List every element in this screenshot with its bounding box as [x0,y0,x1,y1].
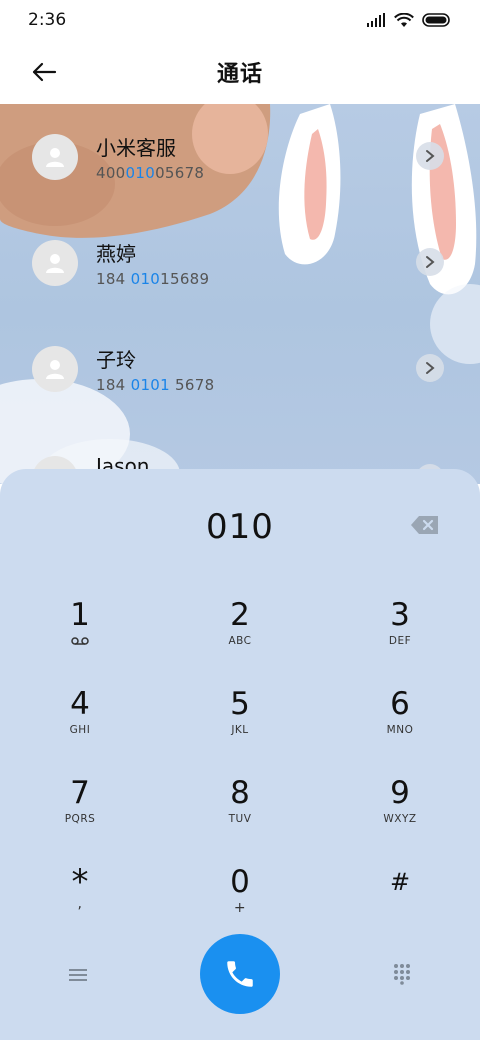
contact-name: 小米客服 [96,136,176,160]
contact-number: 184 01015689 [96,270,210,288]
person-icon [46,360,64,379]
contact-row[interactable]: 子玲 184 0101 5678 [0,316,480,416]
contact-name: 燕婷 [96,242,136,266]
key-8[interactable]: 8 TUV [180,767,300,847]
key-7[interactable]: 7 PQRS [20,767,140,847]
contact-row[interactable]: 小米客服 40001005678 [0,104,480,204]
contact-results: 小米客服 40001005678 燕婷 184 01015689 子玲 184 … [0,104,480,484]
person-icon [46,148,64,167]
menu-icon [69,969,87,981]
status-bar: 2:36 [0,0,480,40]
arrow-left-icon [32,62,57,82]
key-hash[interactable]: # [340,856,460,936]
battery-icon [422,13,450,27]
voicemail-icon [71,637,89,645]
key-4[interactable]: 4 GHI [20,678,140,758]
backspace-button[interactable] [410,515,444,539]
dialpad: 010 1 2 ABC 3 DEF 4 GHI 5 JKL 6 MNO 7 PQ… [0,469,480,1040]
chevron-right-icon [426,362,435,374]
contact-row[interactable]: 燕婷 184 01015689 [0,210,480,310]
contact-details-button[interactable] [416,354,444,382]
page-title: 通话 [216,62,263,87]
avatar [32,346,78,392]
avatar [32,134,78,180]
status-icons [366,12,452,28]
dialpad-toggle-button[interactable] [384,958,420,990]
contact-details-button[interactable] [416,142,444,170]
contact-name: 子玲 [96,348,136,372]
chevron-right-icon [426,150,435,162]
avatar [32,240,78,286]
dialpad-icon [394,964,410,985]
phone-icon [227,961,253,987]
key-0[interactable]: 0 + [180,856,300,936]
key-1[interactable]: 1 [20,589,140,669]
wifi-icon [394,12,414,27]
call-button[interactable] [200,934,280,1014]
menu-button[interactable] [60,960,96,990]
key-5[interactable]: 5 JKL [180,678,300,758]
dialpad-bottom-bar [0,934,480,1024]
backspace-icon [411,516,438,534]
header: 通话 [0,40,480,104]
key-9[interactable]: 9 WXYZ [340,767,460,847]
status-time: 2:36 [28,10,67,30]
contact-details-button[interactable] [416,248,444,276]
person-icon [46,254,64,273]
chevron-right-icon [426,256,435,268]
key-star[interactable]: * , [20,856,140,936]
contact-number: 40001005678 [96,164,205,182]
back-button[interactable] [24,54,64,90]
key-6[interactable]: 6 MNO [340,678,460,758]
key-3[interactable]: 3 DEF [340,589,460,669]
contact-number: 184 0101 5678 [96,376,215,394]
key-2[interactable]: 2 ABC [180,589,300,669]
signal-icon [367,13,385,27]
dialed-number: 010 [206,507,274,547]
